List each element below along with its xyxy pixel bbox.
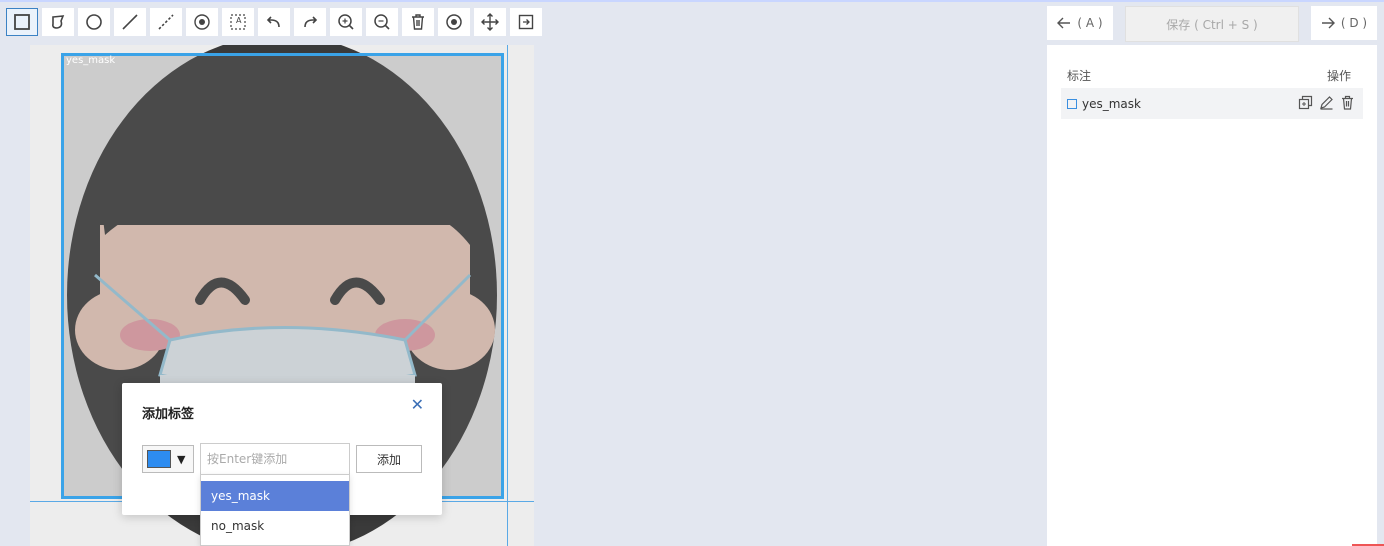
circle-icon [86,14,102,30]
annotation-panel: 标注 操作 yes_mask [1047,45,1377,546]
zoom-out-icon [374,14,390,30]
zoom-in-tool[interactable] [330,8,362,36]
annotation-label: yes_mask [1082,96,1141,111]
arrow-left-icon [1057,17,1071,29]
bounding-box-label: yes_mask [66,55,116,66]
zoom-out-tool[interactable] [366,8,398,36]
move-tool[interactable] [474,8,506,36]
next-image-label: ( D ) [1340,16,1368,30]
crosshair-vertical [507,45,508,546]
fit-icon [518,14,534,30]
edit-icon[interactable] [1319,95,1334,110]
save-button-label: 保存 ( Ctrl + S ) [1166,17,1258,32]
dialog-title: 添加标签 [142,407,195,422]
save-button[interactable]: 保存 ( Ctrl + S ) [1125,6,1299,42]
label-suggestions-dropdown: yes_mask no_mask [200,474,350,546]
add-button[interactable]: 添加 [356,445,422,473]
actions-column-header: 操作 [1326,69,1351,83]
prev-image-button[interactable]: ( A ) [1047,6,1113,40]
suggestion-no-mask[interactable]: no_mask [201,511,349,541]
copy-icon[interactable] [1298,95,1313,110]
visibility-tool[interactable] [438,8,470,36]
text-box-tool[interactable]: A [222,8,254,36]
dashed-line-tool[interactable] [150,8,182,36]
color-swatch [147,450,171,468]
circle-tool[interactable] [78,8,110,36]
visibility-icon [446,14,462,30]
line-icon [122,14,138,30]
rectangle-shape-icon [1067,98,1077,109]
svg-text:A: A [236,16,242,25]
rectangle-icon [14,14,30,30]
label-column-header: 标注 [1067,69,1092,83]
text-box-icon: A [230,14,246,30]
line-tool[interactable] [114,8,146,36]
prev-image-label: ( A ) [1077,16,1103,30]
redo-icon [304,16,318,28]
zoom-in-icon [338,14,354,30]
color-picker[interactable]: ▼ [142,445,194,473]
polygon-tool[interactable] [42,8,74,36]
arrow-right-icon [1321,17,1335,29]
annotation-row[interactable]: yes_mask [1061,88,1363,119]
fit-tool[interactable] [510,8,542,36]
drawing-toolbar: A [6,8,546,38]
close-icon[interactable]: ✕ [411,395,424,414]
redo-tool[interactable] [294,8,326,36]
polygon-icon [52,15,65,29]
delete-tool[interactable] [402,8,434,36]
suggestion-yes-mask[interactable]: yes_mask [201,481,349,511]
next-image-button[interactable]: ( D ) [1311,6,1377,40]
dashed-line-icon [158,14,174,30]
point-tool[interactable] [186,8,218,36]
annotation-actions [1298,95,1355,110]
rectangle-tool[interactable] [6,8,38,36]
label-input[interactable] [200,443,350,475]
delete-icon [412,14,424,30]
move-icon [481,13,499,31]
panel-header: 标注 操作 [1067,67,1351,84]
point-icon [194,14,210,30]
undo-icon [266,16,280,28]
top-accent-line [0,0,1384,2]
delete-icon[interactable] [1340,95,1355,110]
undo-tool[interactable] [258,8,290,36]
caret-down-icon: ▼ [177,452,186,466]
